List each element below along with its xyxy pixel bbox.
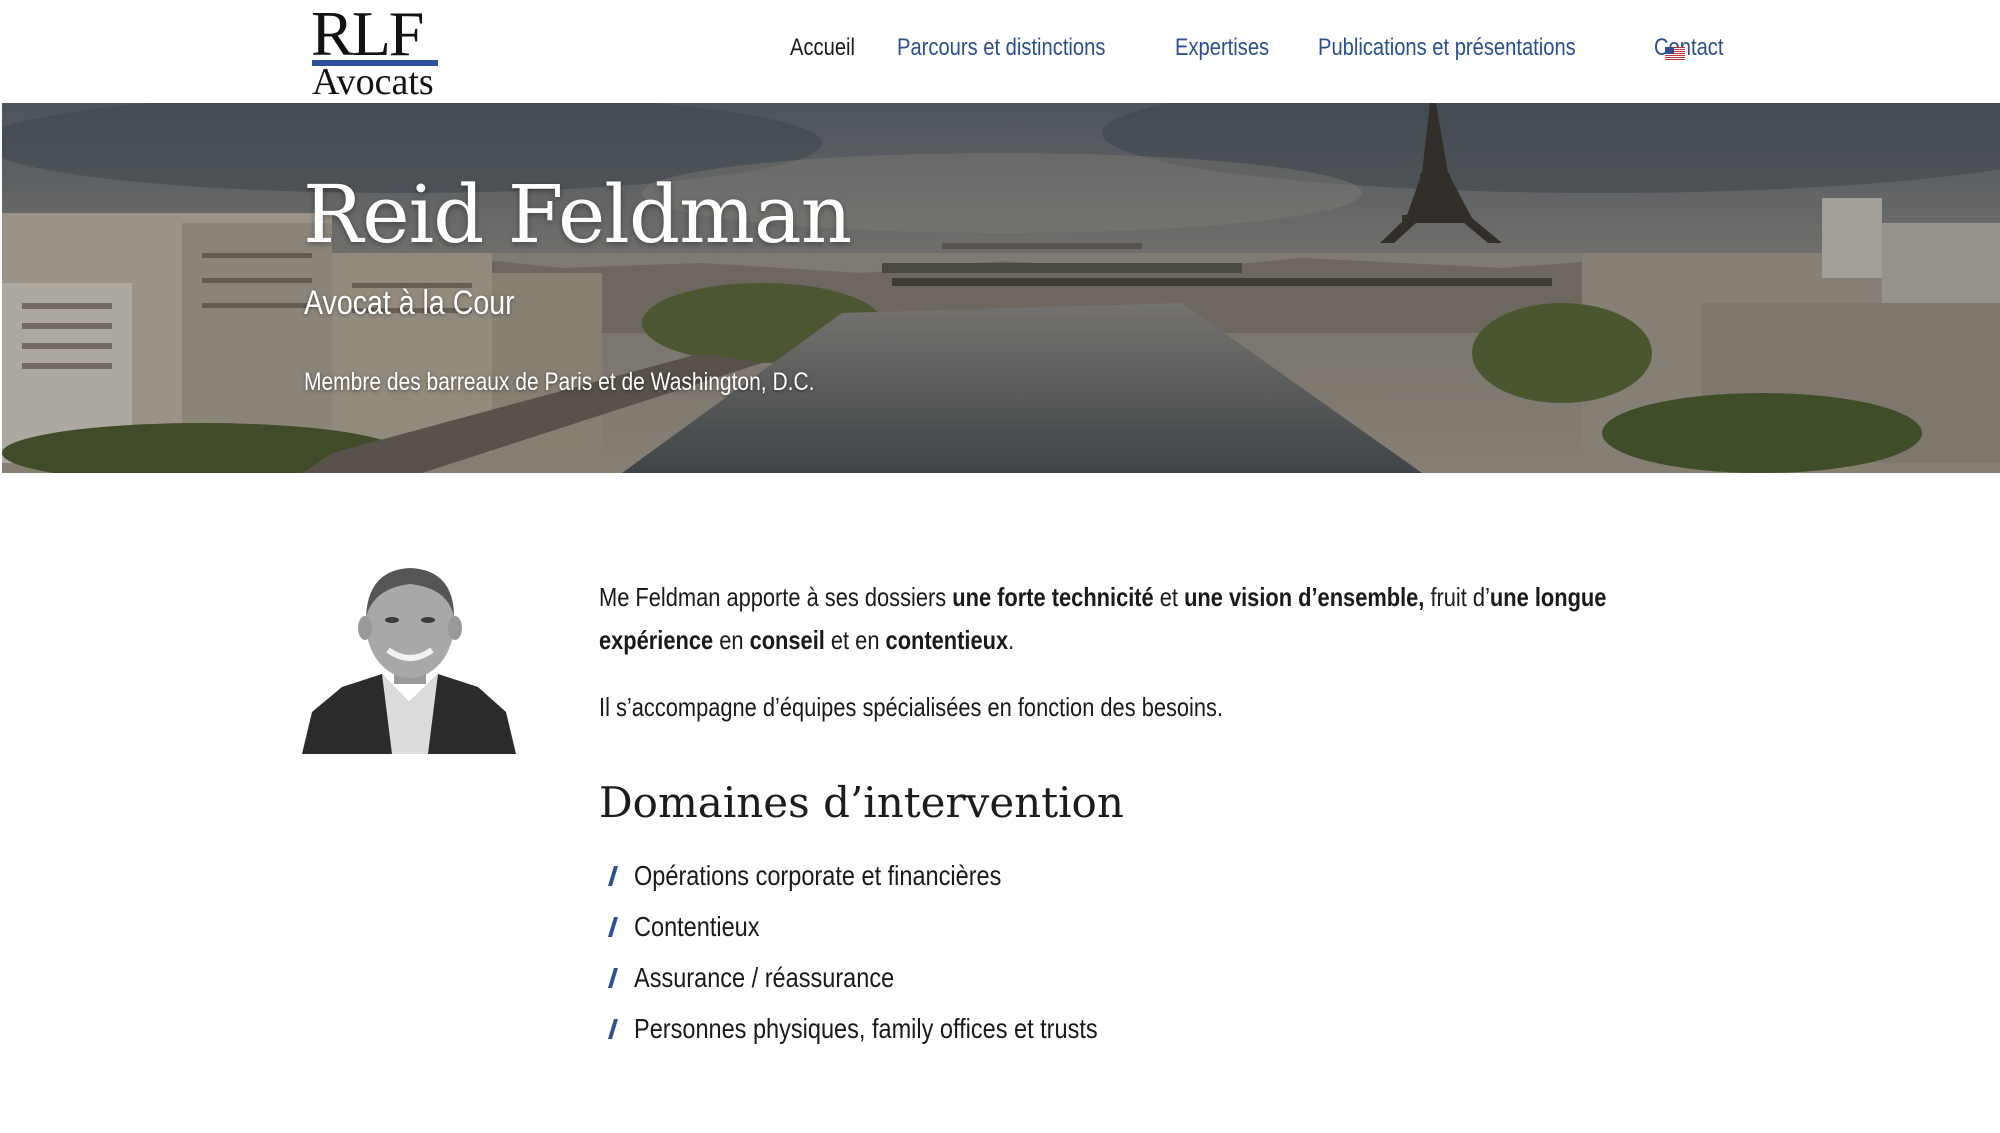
hero-banner (2, 103, 2000, 473)
logo-subtitle: Avocats (312, 61, 434, 103)
intro-highlight: conseil (749, 625, 825, 655)
hero-title: Reid Feldman (303, 168, 852, 261)
us-flag-icon[interactable] (1665, 47, 1685, 60)
list-item: Opérations corporate et financières (608, 850, 1186, 901)
logo-initials: RLF (311, 0, 424, 69)
slash-bullet-icon (608, 1018, 618, 1039)
list-item: Personnes physiques, family offices et t… (608, 1003, 1186, 1054)
slash-bullet-icon (608, 916, 618, 937)
domains-list: Opérations corporate et financières Cont… (608, 850, 1186, 1054)
slash-bullet-icon (608, 865, 618, 886)
domain-label: Opérations corporate et financières (634, 859, 1002, 891)
intro-text: et (1153, 582, 1185, 612)
nav-item-expertises[interactable]: Expertises (1175, 34, 1269, 62)
intro-text: Me Feldman apporte à ses dossiers (599, 582, 953, 612)
domain-label: Assurance / réassurance (634, 961, 895, 993)
hero-subtitle: Avocat à la Cour (304, 284, 515, 322)
rlf-logo[interactable]: RLF Avocats (311, 0, 439, 102)
domains-heading: Domaines d’intervention (599, 778, 1124, 827)
nav-item-parcours[interactable]: Parcours et distinctions (897, 34, 1105, 62)
intro-highlight: contentieux (885, 625, 1009, 655)
slash-bullet-icon (608, 967, 618, 988)
domain-label: Contentieux (634, 910, 760, 942)
nav-item-accueil[interactable]: Accueil (790, 34, 855, 62)
intro-paragraph: Me Feldman apporte à ses dossiers une fo… (599, 576, 1679, 662)
intro-text: en (713, 625, 750, 655)
main-nav: Accueil Parcours et distinctions Experti… (790, 34, 1767, 62)
intro-second-paragraph: Il s’accompagne d’équipes spécialisées e… (599, 692, 1224, 722)
intro-highlight: une forte technicité (952, 582, 1154, 612)
intro-text: fruit d’ (1424, 582, 1490, 612)
site-header: RLF Avocats Accueil Parcours et distinct… (0, 0, 2000, 103)
paris-skyline-image (2, 103, 2000, 473)
intro-text: et en (824, 625, 886, 655)
nav-item-publications[interactable]: Publications et présentations (1318, 34, 1576, 62)
intro-text: . (1008, 625, 1015, 655)
hero-membership: Membre des barreaux de Paris et de Washi… (304, 368, 815, 396)
list-item: Assurance / réassurance (608, 952, 1186, 1003)
lawyer-portrait (302, 562, 516, 754)
list-item: Contentieux (608, 901, 1186, 952)
intro-highlight: une vision d’ensemble, (1184, 582, 1425, 612)
domain-label: Personnes physiques, family offices et t… (634, 1012, 1098, 1044)
